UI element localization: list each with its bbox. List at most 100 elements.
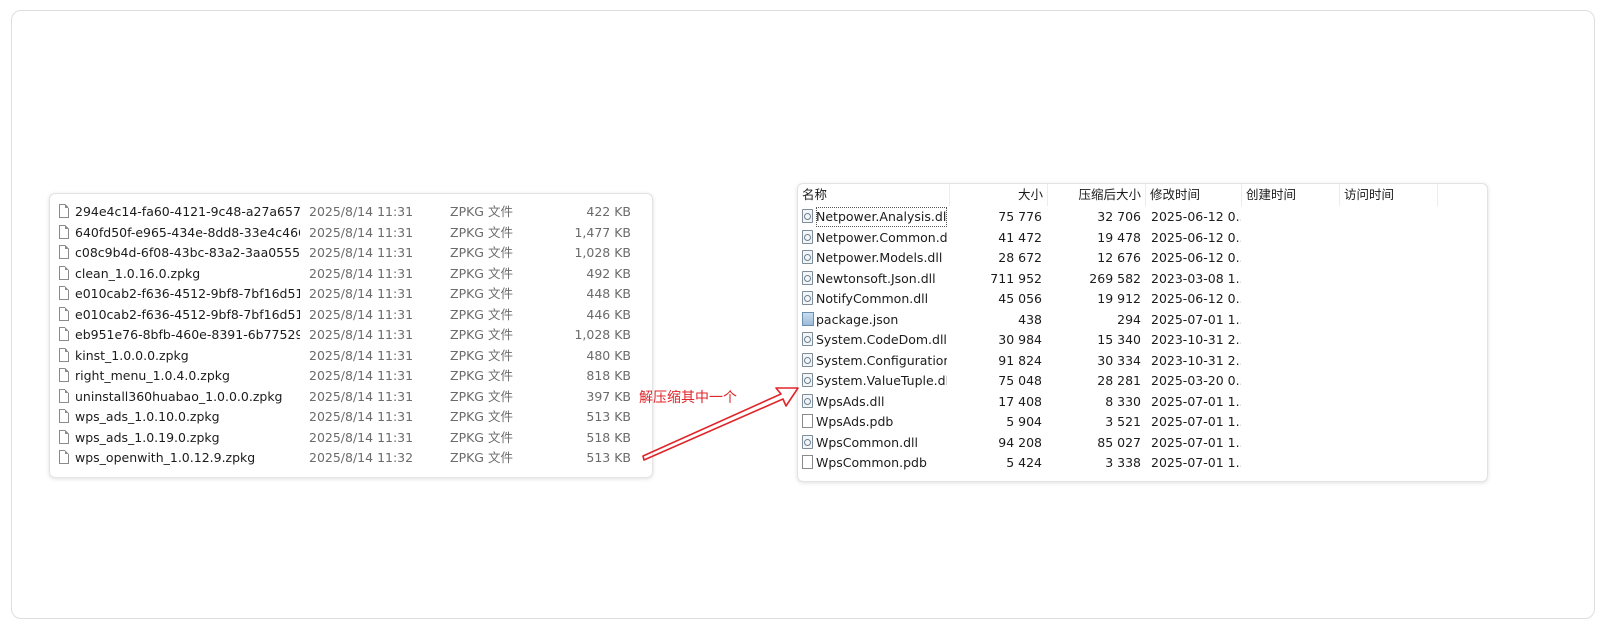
file-size: 446 KB <box>586 306 631 322</box>
dll-file-icon <box>802 332 813 346</box>
file-icon <box>59 245 69 259</box>
archive-file-modified: 2025-06-12 0... <box>1151 209 1241 224</box>
archive-file-packed-size: 85 027 <box>1097 434 1141 450</box>
column-header-accessed[interactable]: 访问时间 <box>1340 184 1438 206</box>
archive-row[interactable]: Netpower.Analysis.dll 75 776 32 706 2025-06… <box>798 207 1487 227</box>
file-row[interactable]: right_menu_1.0.4.0.zpkg 2025/8/14 11:31 ZP… <box>50 366 652 386</box>
archive-file-size: 5 424 <box>1006 455 1042 470</box>
file-row[interactable]: e010cab2-f636-4512-9bf8-7bf16d511... 2025… <box>50 284 652 304</box>
file-row[interactable]: wps_ads_1.0.19.0.zpkg 2025/8/14 11:31 ZPKG… <box>50 428 652 448</box>
archive-file-packed-size: 32 706 <box>1097 209 1141 224</box>
dll-file-icon <box>802 291 813 305</box>
file-size: 518 KB <box>586 429 631 445</box>
archive-file-size: 75 048 <box>998 373 1042 388</box>
file-icon <box>59 327 69 341</box>
archive-row[interactable]: WpsCommon.pdb 5 424 3 338 2025-07-01 1... <box>798 453 1487 473</box>
column-header-name[interactable]: 名称 <box>798 184 950 206</box>
archive-file-packed-size: 28 281 <box>1097 373 1141 388</box>
archive-contents-panel: 名称 大小 压缩后大小 修改时间 创建时间 访问时间 Netpower.Anal… <box>797 183 1488 482</box>
archive-file-name: System.CodeDom.dll <box>816 332 947 347</box>
archive-row[interactable]: Newtonsoft.Json.dll 711 952 269 582 2023-03… <box>798 269 1487 289</box>
archive-file-size: 438 <box>1018 311 1042 327</box>
file-row[interactable]: kinst_1.0.0.0.zpkg 2025/8/14 11:31 ZPKG 文件… <box>50 346 652 366</box>
file-type: ZPKG 文件 <box>450 429 513 445</box>
archive-row[interactable]: System.CodeDom.dll 30 984 15 340 2023-10-31… <box>798 330 1487 350</box>
column-header-modified[interactable]: 修改时间 <box>1146 184 1242 206</box>
file-icon <box>59 204 69 218</box>
archive-file-modified: 2025-07-01 1... <box>1151 393 1241 409</box>
archive-row[interactable]: System.ValueTuple.dll 75 048 28 281 2025-03… <box>798 371 1487 391</box>
file-date: 2025/8/14 11:31 <box>309 388 414 404</box>
archive-file-name: NotifyCommon.dll <box>816 291 929 306</box>
archive-file-size: 45 056 <box>998 291 1042 306</box>
file-date: 2025/8/14 11:31 <box>309 429 414 445</box>
file-name: wps_ads_1.0.10.0.zpkg <box>75 409 220 424</box>
file-date: 2025/8/14 11:31 <box>309 224 414 240</box>
column-header-created[interactable]: 创建时间 <box>1242 184 1340 206</box>
file-row[interactable]: clean_1.0.16.0.zpkg 2025/8/14 11:31 ZPKG 文… <box>50 264 652 284</box>
archive-row[interactable]: WpsAds.pdb 5 904 3 521 2025-07-01 1... <box>798 412 1487 432</box>
archive-file-name: WpsCommon.dll <box>816 434 918 450</box>
file-row[interactable]: eb951e76-8bfb-460e-8391-6b775292... 2025/… <box>50 325 652 345</box>
file-list-panel: 294e4c14-fa60-4121-9c48-a27a6574... 2025/… <box>49 193 653 478</box>
archive-file-name: WpsCommon.pdb <box>816 455 927 470</box>
file-type: ZPKG 文件 <box>450 204 513 219</box>
archive-file-size: 94 208 <box>998 434 1042 450</box>
archive-row[interactable]: Netpower.Common.dll 41 472 19 478 2025-06-1… <box>798 228 1487 248</box>
archive-file-modified: 2025-07-01 1... <box>1151 455 1241 470</box>
file-row[interactable]: e010cab2-f636-4512-9bf8-7bf16d511... 2025… <box>50 305 652 325</box>
file-row[interactable]: wps_ads_1.0.10.0.zpkg 2025/8/14 11:31 ZPKG… <box>50 407 652 427</box>
file-size: 480 KB <box>586 347 631 363</box>
archive-file-name: Netpower.Models.dll <box>816 250 943 265</box>
file-size: 1,477 KB <box>574 224 631 240</box>
file-icon <box>59 224 69 239</box>
archive-file-modified: 2023-10-31 2... <box>1151 352 1241 368</box>
archive-row[interactable]: System.Configuration.... 91 824 30 334 2023… <box>798 351 1487 371</box>
archive-file-modified: 2025-06-12 0... <box>1151 229 1241 245</box>
file-row[interactable]: 640fd50f-e965-434e-8dd8-33e4c466... 2025/… <box>50 223 652 243</box>
file-date: 2025/8/14 11:31 <box>309 245 414 260</box>
file-icon <box>59 388 69 403</box>
archive-file-modified: 2025-03-20 0... <box>1151 373 1241 388</box>
archive-row[interactable]: WpsCommon.dll 94 208 85 027 2025-07-01 1... <box>798 433 1487 453</box>
file-name: kinst_1.0.0.0.zpkg <box>75 347 189 363</box>
archive-file-modified: 2025-07-01 1... <box>1151 311 1241 327</box>
column-header-packed-size[interactable]: 压缩后大小 <box>1048 184 1146 206</box>
archive-file-packed-size: 269 582 <box>1089 270 1141 286</box>
archive-file-size: 75 776 <box>998 209 1042 224</box>
archive-file-size: 30 984 <box>998 332 1042 347</box>
file-row[interactable]: wps_openwith_1.0.12.9.zpkg 2025/8/14 11:3… <box>50 448 652 468</box>
file-name: 294e4c14-fa60-4121-9c48-a27a6574... <box>75 204 300 219</box>
archive-file-modified: 2023-10-31 2... <box>1151 332 1241 347</box>
file-name: e010cab2-f636-4512-9bf8-7bf16d511... <box>75 306 300 322</box>
archive-file-name: System.Configuration.... <box>816 352 947 368</box>
file-type: ZPKG 文件 <box>450 306 513 322</box>
archive-file-packed-size: 3 521 <box>1105 414 1141 429</box>
archive-file-modified: 2025-06-12 0... <box>1151 250 1241 265</box>
file-type: ZPKG 文件 <box>450 347 513 363</box>
archive-row[interactable]: WpsAds.dll 17 408 8 330 2025-07-01 1... <box>798 392 1487 412</box>
archive-file-packed-size: 3 338 <box>1105 455 1141 470</box>
dll-file-icon <box>802 250 813 264</box>
archive-row[interactable]: Netpower.Models.dll 28 672 12 676 2025-06-1… <box>798 248 1487 268</box>
file-row[interactable]: c08c9b4d-6f08-43bc-83a2-3aa05557... 2025/… <box>50 243 652 263</box>
file-name: 640fd50f-e965-434e-8dd8-33e4c466... <box>75 224 300 240</box>
file-name: uninstall360huabao_1.0.0.0.zpkg <box>75 388 283 404</box>
archive-row[interactable]: NotifyCommon.dll 45 056 19 912 2025-06-12 0… <box>798 289 1487 309</box>
file-row[interactable]: uninstall360huabao_1.0.0.0.zpkg 2025/8/14… <box>50 387 652 407</box>
file-date: 2025/8/14 11:31 <box>309 306 414 322</box>
file-date: 2025/8/14 11:31 <box>309 347 414 363</box>
archive-file-size: 711 952 <box>990 270 1042 286</box>
archive-file-packed-size: 19 912 <box>1097 291 1141 306</box>
file-icon <box>59 429 69 444</box>
file-icon <box>59 450 69 464</box>
file-icon <box>59 286 69 300</box>
archive-file-size: 5 904 <box>1006 414 1042 429</box>
file-type: ZPKG 文件 <box>450 450 513 465</box>
file-row[interactable]: 294e4c14-fa60-4121-9c48-a27a6574... 2025/… <box>50 202 652 222</box>
file-size: 513 KB <box>586 450 631 465</box>
archive-row[interactable]: package.json 438 294 2025-07-01 1... <box>798 310 1487 330</box>
archive-file-name: Netpower.Analysis.dll <box>816 207 947 227</box>
column-header-size[interactable]: 大小 <box>950 184 1048 206</box>
file-icon <box>59 265 69 280</box>
